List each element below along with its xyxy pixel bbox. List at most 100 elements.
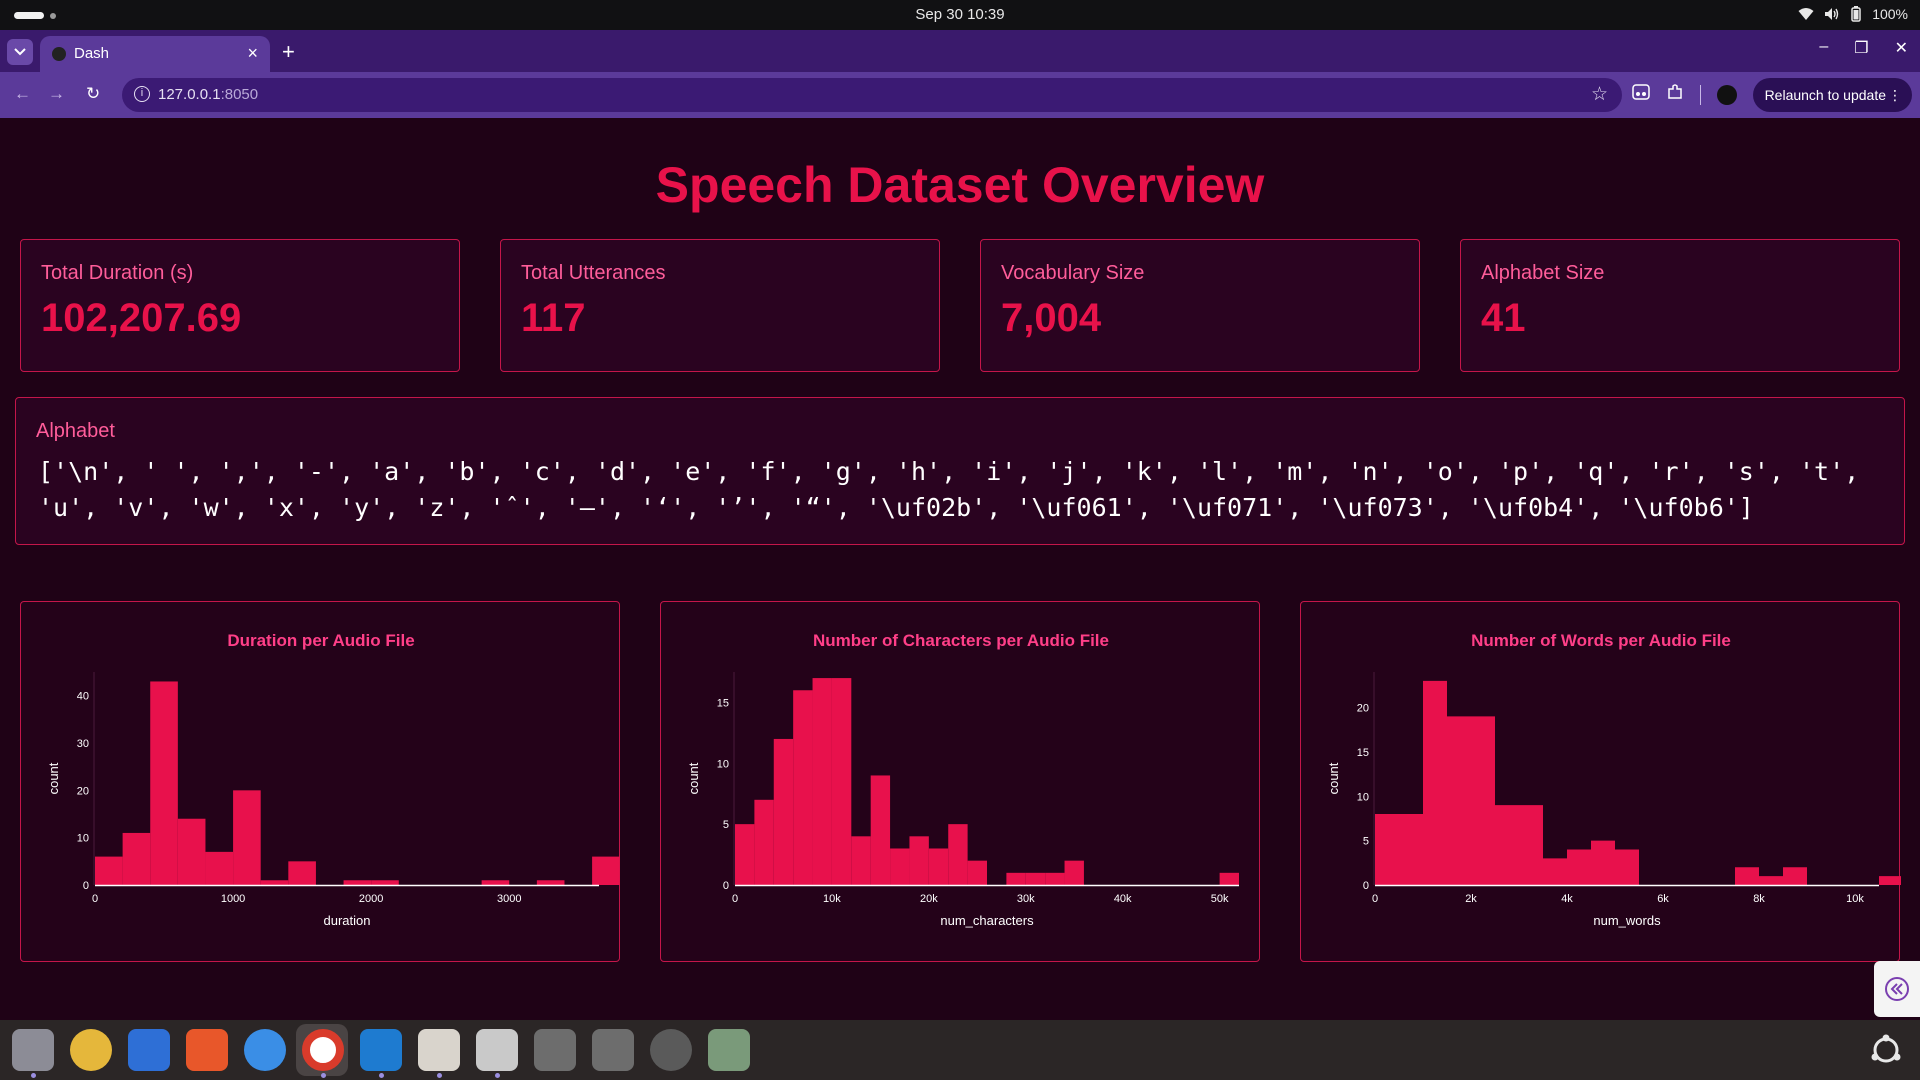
stat-card-total-utterances: Total Utterances 117	[500, 239, 940, 372]
back-icon[interactable]: ←	[14, 84, 31, 104]
y-tick-label: 0	[1363, 880, 1369, 892]
stat-label: Total Duration (s)	[41, 262, 194, 284]
rhythmbox-app-icon[interactable]	[70, 1029, 112, 1071]
histogram-bar	[851, 836, 871, 885]
toolbar-icons	[1632, 83, 1737, 106]
new-tab-button[interactable]: +	[282, 39, 295, 65]
page-title: Speech Dataset Overview	[655, 157, 1265, 213]
app-center-icon[interactable]	[186, 1029, 228, 1071]
running-indicator	[495, 1073, 500, 1078]
bookmark-star-icon[interactable]: ☆	[1591, 83, 1608, 106]
histogram-bar	[536, 880, 565, 885]
disc-drive-icon[interactable]	[650, 1029, 692, 1071]
system-clock[interactable]: Sep 30 10:39	[0, 6, 1920, 23]
histogram-bar	[1495, 805, 1519, 885]
x-tick-label: 10k	[823, 893, 841, 905]
tab-dash[interactable]: Dash ×	[40, 36, 270, 72]
histogram-bar	[1591, 840, 1615, 885]
x-tick-label: 0	[1372, 893, 1378, 905]
reload-icon[interactable]: ↻	[86, 84, 100, 104]
relaunch-to-update-button[interactable]: Relaunch to update ⋮	[1752, 78, 1912, 112]
chart-title: Number of Words per Audio File	[1471, 631, 1731, 650]
histogram-bar	[773, 738, 794, 885]
stat-label: Total Utterances	[521, 262, 666, 284]
site-info-icon[interactable]: i	[134, 86, 150, 102]
running-indicator	[379, 1073, 384, 1078]
y-tick-label: 5	[1363, 836, 1369, 848]
relaunch-label: Relaunch to update	[1764, 87, 1886, 103]
system-top-bar: Sep 30 10:39 100%	[0, 0, 1920, 30]
forward-icon[interactable]: →	[48, 84, 65, 104]
y-tick-label: 15	[1357, 747, 1369, 759]
x-tick-label: 6k	[1657, 893, 1669, 905]
stat-value: 102,207.69	[41, 296, 242, 340]
chrome-app-icon[interactable]	[302, 1029, 344, 1078]
trash-icon[interactable]	[708, 1029, 750, 1071]
histogram-bar	[1423, 680, 1447, 885]
url-host: 127.0.0.1	[158, 86, 221, 103]
x-tick-label: 0	[92, 893, 98, 905]
show-apps-icon[interactable]	[1868, 1032, 1904, 1068]
profile-avatar[interactable]	[1717, 84, 1737, 105]
histogram-bar	[967, 860, 987, 885]
dash-debug-toggle-button[interactable]	[1874, 961, 1920, 1017]
address-bar[interactable]: i 127.0.0.1:8050 ☆	[122, 78, 1622, 112]
stat-label: Vocabulary Size	[1001, 262, 1145, 284]
restore-icon[interactable]: ❐	[1854, 38, 1868, 58]
y-tick-label: 30	[77, 738, 89, 750]
volume-icon	[1824, 7, 1840, 21]
histogram-bar	[592, 856, 620, 885]
dash-favicon-icon	[52, 47, 66, 61]
histogram-bar	[150, 681, 178, 885]
running-indicator	[31, 1073, 36, 1078]
minimize-icon[interactable]: –	[1819, 38, 1828, 58]
stat-value: 41	[1481, 296, 1526, 340]
x-tick-label: 4k	[1561, 893, 1573, 905]
files-app-icon[interactable]	[12, 1029, 54, 1078]
x-axis-title: duration	[324, 913, 371, 928]
ssd-drive-icon[interactable]	[534, 1029, 576, 1071]
chevron-down-icon	[14, 43, 26, 61]
stat-value: 7,004	[1001, 296, 1102, 340]
tab-title: Dash	[74, 45, 110, 62]
extensions-icon[interactable]	[1666, 83, 1684, 106]
y-tick-label: 20	[1357, 703, 1369, 715]
histogram-bar	[1759, 876, 1783, 885]
histogram-bar	[481, 880, 510, 885]
characters-histogram: Number of Characters per Audio File 0 5 10 1…	[686, 631, 1239, 928]
chart-card-duration: Duration per Audio File 0 10 20 30 40 0 1000 200…	[20, 601, 620, 962]
histogram-bar	[1219, 872, 1239, 885]
text-editor-app-icon[interactable]	[418, 1029, 460, 1078]
y-tick-label: 0	[723, 880, 729, 892]
x-axis-title: num_words	[1593, 913, 1661, 928]
x-tick-label: 3000	[497, 893, 521, 905]
histogram-bar	[1399, 814, 1423, 885]
y-tick-label: 5	[723, 819, 729, 831]
url-text: 127.0.0.1:8050	[158, 86, 258, 103]
toolbar-divider	[1700, 84, 1701, 105]
y-tick-label: 10	[77, 833, 89, 845]
histogram-bar	[890, 848, 910, 885]
histogram-bar	[870, 775, 891, 885]
incognito-icon[interactable]	[1632, 84, 1650, 105]
ssd-drive-icon[interactable]	[592, 1029, 634, 1071]
close-window-icon[interactable]: ✕	[1895, 38, 1908, 58]
browser-toolbar: ← → ↻ i 127.0.0.1:8050 ☆ Relaunch to upd…	[0, 72, 1920, 118]
image-viewer-app-icon[interactable]	[476, 1029, 518, 1078]
system-tray[interactable]: 100%	[1798, 6, 1908, 22]
tab-search-button[interactable]	[7, 39, 33, 65]
writer-app-icon[interactable]	[128, 1029, 170, 1071]
histogram-bar	[1783, 867, 1807, 885]
histogram-bar	[1447, 716, 1471, 885]
window-controls: – ❐ ✕	[1819, 38, 1908, 58]
x-tick-label: 2000	[359, 893, 383, 905]
more-menu-icon[interactable]: ⋮	[1888, 78, 1902, 112]
histogram-bar	[1471, 716, 1495, 885]
help-app-icon[interactable]	[244, 1029, 286, 1071]
url-port: :8050	[220, 86, 259, 103]
histogram-bar	[928, 848, 949, 885]
close-tab-icon[interactable]: ×	[247, 43, 258, 64]
y-axis-title: count	[46, 762, 61, 794]
histogram-bar	[735, 824, 755, 885]
vscode-app-icon[interactable]	[360, 1029, 402, 1078]
